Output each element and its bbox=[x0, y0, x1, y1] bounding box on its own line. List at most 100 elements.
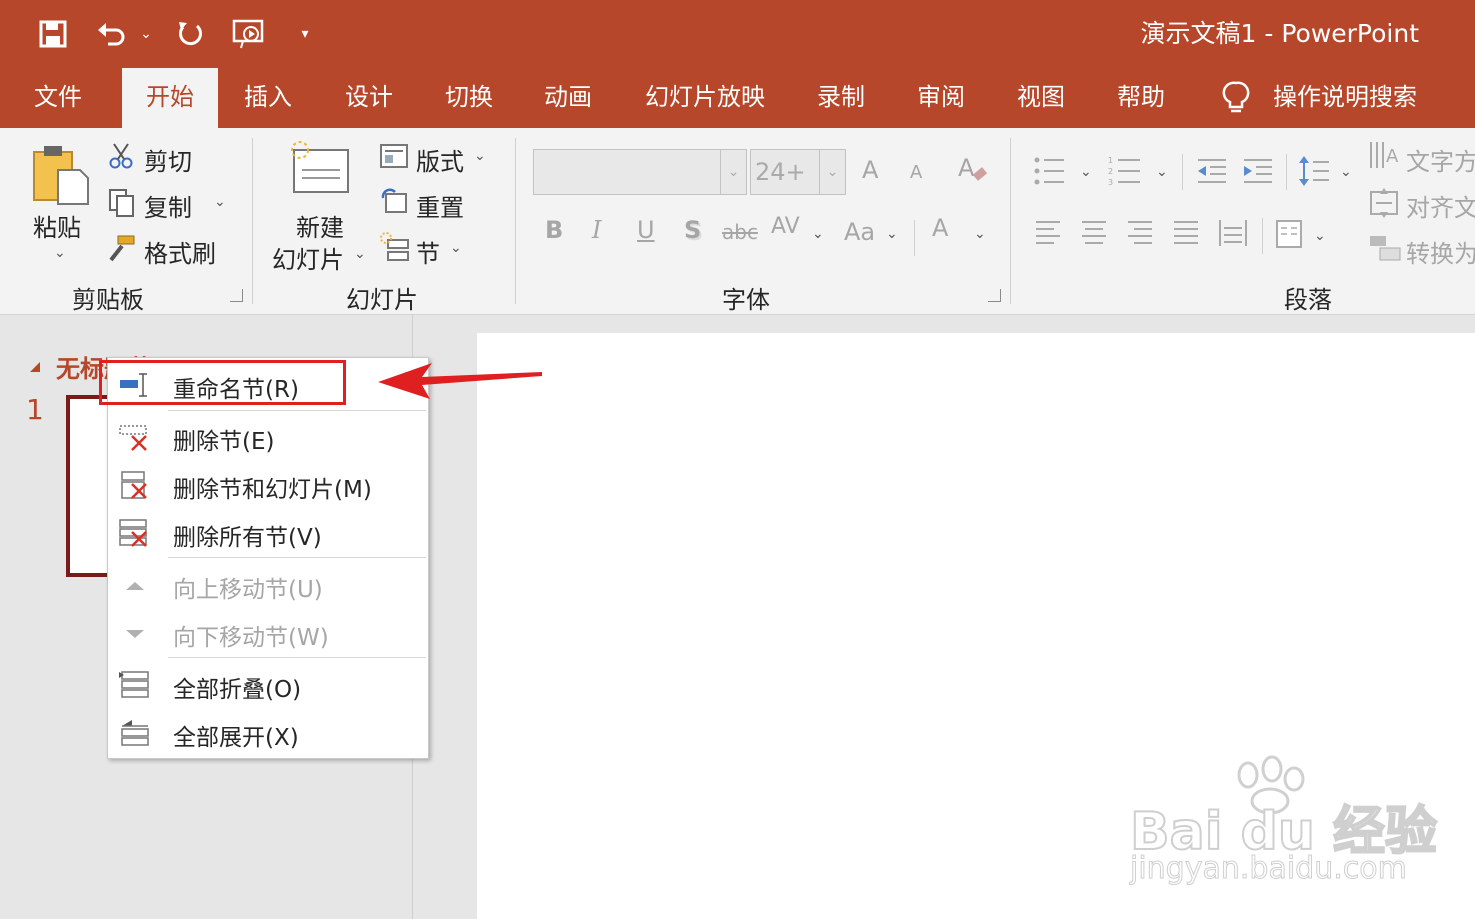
reset-button[interactable]: 重置 bbox=[416, 188, 464, 223]
character-spacing-dropdown-icon[interactable]: ⌄ bbox=[812, 226, 824, 242]
grow-font-button[interactable]: A bbox=[862, 156, 878, 184]
clipboard-dialog-launcher-icon[interactable] bbox=[230, 289, 243, 302]
tab-design[interactable]: 设计 bbox=[345, 68, 393, 128]
convert-smartart-button[interactable]: 转换为 bbox=[1406, 234, 1475, 269]
font-color-dropdown-icon[interactable]: ⌄ bbox=[974, 226, 986, 242]
shrink-font-button[interactable]: A bbox=[910, 162, 922, 183]
align-right-icon[interactable] bbox=[1126, 220, 1154, 250]
group-divider bbox=[1010, 138, 1011, 304]
new-slide-dropdown-icon[interactable]: ⌄ bbox=[354, 246, 366, 262]
align-center-icon[interactable] bbox=[1080, 220, 1108, 250]
tab-home[interactable]: 开始 bbox=[122, 68, 218, 128]
reset-icon bbox=[380, 188, 408, 218]
menu-item-delete-all-sections[interactable]: 删除所有节(V) bbox=[108, 510, 428, 556]
text-shadow-button[interactable]: S bbox=[684, 216, 701, 244]
customize-quick-access-icon[interactable]: ▾ bbox=[294, 14, 316, 54]
align-text-button[interactable]: 对齐文 bbox=[1406, 188, 1475, 223]
change-case-dropdown-icon[interactable]: ⌄ bbox=[886, 226, 898, 242]
menu-separator bbox=[168, 410, 426, 411]
paste-dropdown-icon[interactable]: ⌄ bbox=[54, 245, 66, 261]
text-direction-icon[interactable]: A bbox=[1368, 140, 1402, 178]
convert-smartart-icon[interactable] bbox=[1368, 234, 1402, 268]
line-spacing-icon[interactable] bbox=[1298, 154, 1330, 192]
font-dialog-launcher-icon[interactable] bbox=[988, 289, 1001, 302]
font-size-dropdown-icon[interactable]: ⌄ bbox=[819, 149, 846, 195]
new-slide-icon[interactable] bbox=[286, 140, 352, 200]
clear-formatting-icon[interactable]: A bbox=[956, 152, 990, 190]
change-case-button[interactable]: Aa bbox=[844, 218, 875, 246]
justify-icon[interactable] bbox=[1172, 220, 1200, 250]
strikethrough-button[interactable]: abc bbox=[722, 220, 758, 244]
font-name-dropdown-icon[interactable]: ⌄ bbox=[720, 149, 747, 195]
slide-number: 1 bbox=[26, 393, 44, 426]
bullets-dropdown-icon[interactable]: ⌄ bbox=[1080, 164, 1092, 180]
undo-icon[interactable] bbox=[92, 14, 132, 54]
paste-icon[interactable] bbox=[30, 142, 92, 210]
numbering-dropdown-icon[interactable]: ⌄ bbox=[1156, 164, 1168, 180]
distributed-icon[interactable] bbox=[1218, 218, 1248, 252]
tab-insert[interactable]: 插入 bbox=[244, 68, 292, 128]
section-icon bbox=[380, 232, 410, 266]
tab-slideshow[interactable]: 幻灯片放映 bbox=[645, 68, 765, 128]
group-divider bbox=[515, 138, 516, 304]
paste-label[interactable]: 粘贴 bbox=[33, 208, 81, 243]
undo-dropdown-icon[interactable]: ⌄ bbox=[136, 14, 156, 54]
menu-item-delete-section-and-slides[interactable]: 删除节和幻灯片(M) bbox=[108, 462, 428, 508]
font-color-button[interactable]: A bbox=[932, 214, 948, 242]
copy-dropdown-icon[interactable]: ⌄ bbox=[214, 194, 226, 210]
tab-animations[interactable]: 动画 bbox=[544, 68, 592, 128]
lightbulb-icon bbox=[1222, 80, 1250, 120]
divider bbox=[1182, 154, 1183, 190]
new-slide-label-line1[interactable]: 新建 bbox=[296, 208, 344, 243]
bold-button[interactable]: B bbox=[545, 216, 563, 244]
line-spacing-dropdown-icon[interactable]: ⌄ bbox=[1340, 164, 1352, 180]
text-direction-button[interactable]: 文字方 bbox=[1406, 142, 1475, 177]
underline-button[interactable]: U bbox=[637, 216, 655, 244]
tab-review[interactable]: 审阅 bbox=[917, 68, 965, 128]
section-collapse-triangle-icon[interactable] bbox=[28, 359, 42, 378]
menu-item-move-section-down[interactable]: 向下移动节(W) bbox=[108, 610, 428, 656]
section-context-menu: 重命名节(R) 删除节(E) 删除节和幻灯片(M) 删除所有节(V) 向上移动节… bbox=[107, 357, 429, 759]
arrow-down-icon bbox=[118, 618, 152, 648]
menu-item-collapse-all[interactable]: 全部折叠(O) bbox=[108, 662, 428, 708]
section-dropdown-icon[interactable]: ⌄ bbox=[450, 240, 462, 256]
clipboard-group-label: 剪贴板 bbox=[72, 286, 144, 314]
increase-indent-icon[interactable] bbox=[1242, 158, 1274, 188]
save-icon[interactable] bbox=[36, 14, 70, 54]
italic-button[interactable]: I bbox=[592, 216, 601, 244]
redo-icon[interactable] bbox=[172, 14, 208, 54]
columns-dropdown-icon[interactable]: ⌄ bbox=[1314, 228, 1326, 244]
tab-record[interactable]: 录制 bbox=[817, 68, 865, 128]
menu-item-delete-section[interactable]: 删除节(E) bbox=[108, 414, 428, 460]
bullets-icon[interactable] bbox=[1034, 156, 1066, 190]
tab-view[interactable]: 视图 bbox=[1017, 68, 1065, 128]
section-button[interactable]: 节 bbox=[416, 234, 440, 269]
tab-file[interactable]: 文件 bbox=[34, 68, 82, 128]
title-bar: ⌄ ▾ 演示文稿1 - PowerPoint bbox=[0, 0, 1475, 68]
columns-icon[interactable] bbox=[1276, 220, 1302, 252]
character-spacing-button[interactable]: AV bbox=[771, 214, 800, 239]
numbering-icon[interactable]: 1 2 3 bbox=[1108, 156, 1142, 190]
slideshow-start-icon[interactable] bbox=[228, 14, 268, 54]
menu-separator bbox=[168, 657, 426, 658]
decrease-indent-icon[interactable] bbox=[1196, 158, 1228, 188]
menu-item-move-section-up[interactable]: 向上移动节(U) bbox=[108, 562, 428, 608]
copy-button[interactable]: 复制 bbox=[144, 188, 192, 223]
menu-item-label: 全部展开(X) bbox=[173, 725, 299, 751]
slides-group-label: 幻灯片 bbox=[346, 286, 418, 314]
align-text-icon[interactable] bbox=[1368, 186, 1402, 224]
tab-transitions[interactable]: 切换 bbox=[445, 68, 493, 128]
cut-button[interactable]: 剪切 bbox=[144, 142, 192, 177]
new-slide-label-line2[interactable]: 幻灯片 bbox=[272, 240, 344, 275]
svg-text:1: 1 bbox=[1108, 156, 1113, 165]
layout-icon bbox=[380, 144, 408, 172]
font-name-combobox[interactable] bbox=[533, 149, 721, 195]
layout-button[interactable]: 版式 bbox=[416, 142, 464, 177]
tell-me-search[interactable]: 操作说明搜索 bbox=[1273, 68, 1417, 128]
font-size-combobox[interactable]: 24+ bbox=[750, 149, 820, 195]
layout-dropdown-icon[interactable]: ⌄ bbox=[474, 148, 486, 164]
align-left-icon[interactable] bbox=[1034, 220, 1062, 250]
menu-item-expand-all[interactable]: 全部展开(X) bbox=[108, 710, 428, 756]
format-painter-button[interactable]: 格式刷 bbox=[144, 234, 216, 269]
tab-help[interactable]: 帮助 bbox=[1117, 68, 1165, 128]
